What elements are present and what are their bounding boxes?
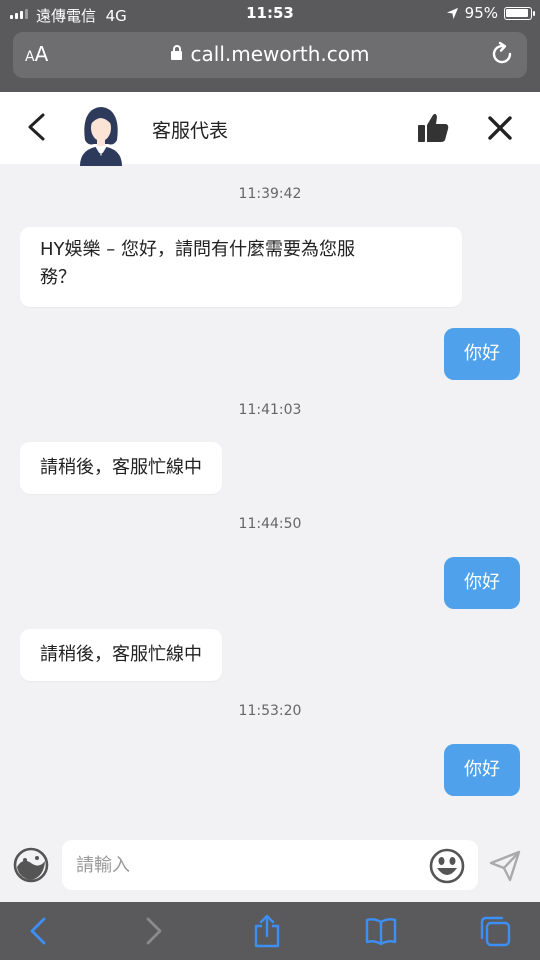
back-arrow-icon[interactable] bbox=[22, 914, 56, 948]
tabs-icon[interactable] bbox=[478, 914, 512, 948]
battery-percent: 95% bbox=[464, 4, 498, 22]
message-input[interactable] bbox=[62, 840, 478, 890]
forward-arrow-icon[interactable] bbox=[136, 914, 170, 948]
address-bar[interactable]: AA call.meworth.com bbox=[13, 32, 527, 78]
browser-toolbar bbox=[0, 902, 540, 960]
message-timestamp: 11:44:50 bbox=[238, 516, 302, 532]
agent-avatar bbox=[80, 107, 122, 166]
send-icon[interactable] bbox=[488, 850, 522, 882]
incoming-message: 請稍後，客服忙線中 bbox=[20, 629, 222, 681]
url-display[interactable]: call.meworth.com bbox=[13, 42, 527, 66]
thumbs-up-icon[interactable] bbox=[416, 112, 450, 144]
share-icon[interactable] bbox=[250, 914, 284, 948]
smiley-icon[interactable] bbox=[429, 848, 465, 884]
outgoing-message: 你好 bbox=[444, 557, 520, 609]
browser-chrome: 遠傳電信 4G 11:53 95% AA call.meworth.com bbox=[0, 0, 540, 92]
reload-icon[interactable] bbox=[489, 41, 515, 67]
agent-name: 客服代表 bbox=[152, 120, 229, 142]
battery-icon bbox=[504, 6, 535, 20]
book-icon[interactable] bbox=[364, 914, 398, 948]
outgoing-message: 你好 bbox=[444, 328, 520, 380]
message-timestamp: 11:53:20 bbox=[238, 703, 302, 719]
location-icon bbox=[446, 7, 458, 19]
emoji-icon[interactable] bbox=[13, 847, 49, 883]
chat-input-bar bbox=[0, 830, 540, 902]
outgoing-message: 你好 bbox=[444, 744, 520, 796]
status-bar: 遠傳電信 4G 11:53 95% bbox=[0, 0, 540, 28]
chat-header: 客服代表 bbox=[0, 92, 540, 166]
incoming-message: HY娛樂 – 您好，請問有什麼需要為您服 務？ bbox=[20, 227, 462, 307]
status-right: 95% bbox=[446, 4, 535, 22]
close-icon[interactable] bbox=[486, 114, 514, 142]
incoming-message: 請稍後，客服忙線中 bbox=[20, 442, 222, 494]
message-timestamp: 11:39:42 bbox=[238, 186, 302, 202]
lock-icon bbox=[170, 45, 182, 60]
message-timestamp: 11:41:03 bbox=[238, 402, 302, 418]
chevron-left-icon[interactable] bbox=[24, 112, 50, 142]
